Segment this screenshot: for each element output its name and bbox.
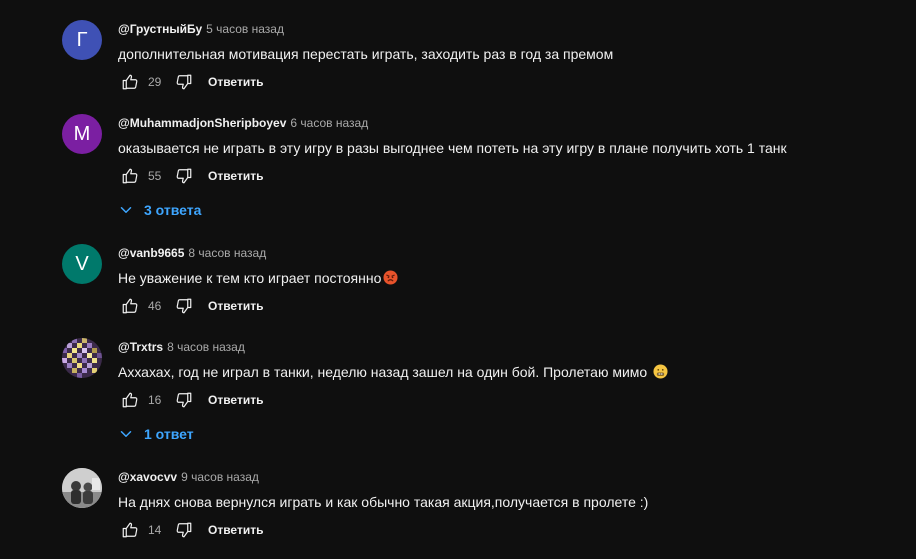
- avatar[interactable]: [62, 468, 102, 508]
- avatar-letter: M: [73, 122, 91, 145]
- dislike-button[interactable]: [172, 164, 196, 188]
- avatar-letter: V: [75, 252, 89, 275]
- avatar-letter: Г: [76, 28, 88, 51]
- dislike-button[interactable]: [172, 294, 196, 318]
- comment-header: @vanb9665 8 часов назад: [118, 244, 898, 262]
- comment-header: @Trxtrs 8 часов назад: [118, 338, 898, 356]
- comment-actions: 29 Ответить: [118, 70, 263, 94]
- show-replies-button[interactable]: 3 ответа: [118, 198, 201, 222]
- comment-time[interactable]: 8 часов назад: [167, 340, 245, 354]
- dislike-button[interactable]: [172, 518, 196, 542]
- thumbs-down-icon: [176, 168, 192, 184]
- reply-button[interactable]: Ответить: [208, 523, 263, 537]
- comment-text: Не уважение к тем кто играет постоянно: [118, 270, 382, 286]
- comment-time[interactable]: 8 часов назад: [188, 246, 266, 260]
- comment-author[interactable]: @ГрустныйБу: [118, 22, 202, 36]
- reply-button[interactable]: Ответить: [208, 75, 263, 89]
- pixel-mosaic-avatar-image: [62, 338, 102, 378]
- comment-text-line: Аххахах, год не играл в танки, неделю на…: [118, 362, 898, 382]
- avatar[interactable]: M: [62, 114, 102, 154]
- like-button[interactable]: [118, 70, 142, 94]
- reply-button[interactable]: Ответить: [208, 393, 263, 407]
- chevron-down-icon: [120, 431, 132, 437]
- like-count: 29: [148, 75, 162, 89]
- like-button[interactable]: [118, 518, 142, 542]
- comment-actions: 14 Ответить: [118, 518, 263, 542]
- thumbs-up-icon: [122, 392, 138, 408]
- like-button[interactable]: [118, 164, 142, 188]
- comment-time[interactable]: 6 часов назад: [290, 116, 368, 130]
- like-count: 16: [148, 393, 162, 407]
- comment-time[interactable]: 9 часов назад: [181, 470, 259, 484]
- thumbs-up-icon: [122, 74, 138, 90]
- like-count: 55: [148, 169, 162, 183]
- comment-text: Аххахах, год не играл в танки, неделю на…: [118, 364, 648, 380]
- dislike-button[interactable]: [172, 70, 196, 94]
- thumbs-down-icon: [176, 298, 192, 314]
- comment-header: @xavocvv 9 часов назад: [118, 468, 898, 486]
- replies-count-label: 3 ответа: [144, 202, 202, 218]
- thumbs-down-icon: [176, 392, 192, 408]
- comment-text: дополнительная мотивация перестать играт…: [118, 46, 614, 62]
- thumbs-up-icon: [122, 298, 138, 314]
- thumbs-up-icon: [122, 168, 138, 184]
- avatar[interactable]: Г: [62, 20, 102, 60]
- comment-text: оказывается не играть в эту игру в разы …: [118, 140, 787, 156]
- replies-count-label: 1 ответ: [144, 426, 194, 442]
- like-count: 14: [148, 523, 162, 537]
- dislike-button[interactable]: [172, 388, 196, 412]
- comment-author[interactable]: @Trxtrs: [118, 340, 163, 354]
- like-count: 46: [148, 299, 162, 313]
- show-replies-button[interactable]: 1 ответ: [118, 422, 194, 446]
- comment-actions: 16 Ответить: [118, 388, 263, 412]
- avatar[interactable]: [62, 338, 102, 378]
- reply-button[interactable]: Ответить: [208, 169, 263, 183]
- comment-actions: 46 Ответить: [118, 294, 263, 318]
- comment-author[interactable]: @MuhammadjonSheripboyev: [118, 116, 286, 130]
- chevron-down-icon: [120, 207, 132, 213]
- angry-face-emoji-icon: [383, 270, 398, 285]
- comment-time[interactable]: 5 часов назад: [206, 22, 284, 36]
- comment-author[interactable]: @vanb9665: [118, 246, 184, 260]
- reply-button[interactable]: Ответить: [208, 299, 263, 313]
- comment-author[interactable]: @xavocvv: [118, 470, 177, 484]
- comment-actions: 55 Ответить: [118, 164, 263, 188]
- like-button[interactable]: [118, 294, 142, 318]
- comment-text: На днях снова вернулся играть и как обыч…: [118, 494, 649, 510]
- photo-avatar-image: [62, 468, 102, 508]
- comment-header: @ГрустныйБу 5 часов назад: [118, 20, 898, 38]
- like-button[interactable]: [118, 388, 142, 412]
- thumbs-up-icon: [122, 522, 138, 538]
- comments-section: Г @ГрустныйБу 5 часов назад дополнительна…: [0, 0, 916, 559]
- comment-text-line: Не уважение к тем кто играет постоянно: [118, 268, 898, 288]
- grimacing-face-emoji-icon: [653, 364, 668, 379]
- comment-header: @MuhammadjonSheripboyev 6 часов назад: [118, 114, 898, 132]
- thumbs-down-icon: [176, 522, 192, 538]
- thumbs-down-icon: [176, 74, 192, 90]
- avatar[interactable]: V: [62, 244, 102, 284]
